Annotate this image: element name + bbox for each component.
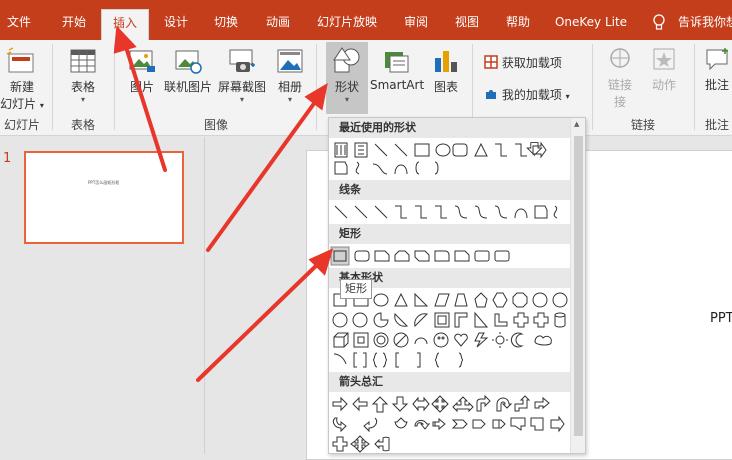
gallery-scrollbar[interactable]: ▲ <box>570 118 585 453</box>
link-label-1: 链接 <box>607 78 632 92</box>
tab-help[interactable]: 帮助 <box>502 10 534 38</box>
section-recent-shapes: 最近使用的形状 <box>329 118 570 138</box>
slide-thumbnail[interactable]: PPT怎么画矩形框 <box>24 151 184 244</box>
basic-shapes-row-2[interactable] <box>329 310 570 330</box>
block-arrows-row-1[interactable] <box>329 394 570 414</box>
screenshot-icon <box>229 49 255 72</box>
action-label: 动作 <box>651 78 676 92</box>
smartart-label: SmartArt <box>370 78 425 92</box>
comment-icon <box>706 48 728 71</box>
album-icon <box>277 49 303 73</box>
picture-button[interactable]: 图片 <box>124 46 160 95</box>
group-comments-label: 批注 <box>704 118 729 132</box>
chevron-down-icon: ▾ <box>80 95 85 104</box>
new-slide-label-2: 幻灯片 <box>0 97 37 111</box>
scroll-up-icon[interactable]: ▲ <box>574 120 579 128</box>
slide-text[interactable]: PPT <box>710 311 732 326</box>
lines-row[interactable] <box>329 202 570 222</box>
my-addins-label: 我的加载项 <box>501 88 562 102</box>
shapes-button[interactable]: 形状 ▾ <box>326 42 368 114</box>
my-addins-button[interactable]: 我的加载项 ▾ <box>484 86 584 103</box>
chevron-down-icon: ▾ <box>39 101 44 110</box>
tab-slideshow[interactable]: 幻灯片放映 <box>315 10 379 38</box>
group-divider <box>316 44 317 130</box>
smartart-button[interactable]: SmartArt <box>370 46 424 92</box>
smartart-icon <box>385 52 409 73</box>
globe-link-icon <box>610 48 630 68</box>
tab-animations[interactable]: 动画 <box>262 10 294 38</box>
picture-icon <box>129 50 155 72</box>
get-addins-label: 获取加载项 <box>501 56 562 70</box>
recent-shapes-row[interactable] <box>329 140 570 160</box>
star-action-icon <box>653 48 675 70</box>
group-table-label: 表格 <box>70 118 95 132</box>
chevron-down-icon: ▾ <box>239 95 244 104</box>
group-slides-label: 幻灯片 <box>3 118 40 132</box>
tab-file[interactable]: 文件 <box>4 10 34 38</box>
chart-button[interactable]: 图表 <box>428 46 464 95</box>
lightbulb-icon <box>653 14 665 30</box>
screenshot-button[interactable]: 屏幕截图 ▾ <box>216 46 268 105</box>
link-button[interactable]: 链接 接 <box>602 46 638 110</box>
block-arrows-row-2[interactable] <box>329 414 570 434</box>
comment-button[interactable]: 批注 <box>702 46 732 93</box>
album-label: 相册 <box>277 80 302 94</box>
group-links-label: 链接 <box>630 118 655 132</box>
chart-label: 图表 <box>433 80 458 94</box>
chevron-down-icon: ▾ <box>287 95 292 104</box>
group-divider <box>52 44 53 130</box>
new-slide-button[interactable]: 新建 幻灯片 ▾ <box>0 46 44 112</box>
slide-number: 1 <box>3 151 12 166</box>
tab-view[interactable]: 视图 <box>451 10 483 38</box>
tab-transitions[interactable]: 切换 <box>210 10 242 38</box>
tab-insert[interactable]: 插入 <box>101 9 149 40</box>
puzzle-icon <box>486 90 496 99</box>
thumbnail-text: PPT怎么画矩形框 <box>88 180 120 185</box>
store-icon <box>484 55 498 69</box>
section-lines: 线条 <box>329 180 570 200</box>
slide-thumbnails-pane: 1 PPT怎么画矩形框 <box>0 137 205 454</box>
scrollbar-thumb[interactable] <box>574 136 583 436</box>
screenshot-label: 屏幕截图 <box>217 80 266 94</box>
new-slide-icon <box>6 47 34 73</box>
action-button[interactable]: 动作 <box>644 46 684 93</box>
recent-shapes-row-2[interactable] <box>329 158 570 178</box>
block-arrows-row-3[interactable] <box>329 434 570 454</box>
shapes-icon <box>333 47 360 73</box>
chevron-down-icon: ▾ <box>565 92 570 101</box>
ribbon-tab-bar: 文件 开始 插入 设计 切换 动画 幻灯片放映 审阅 视图 帮助 OneKey … <box>0 0 732 40</box>
table-button[interactable]: 表格 ▾ <box>62 46 104 105</box>
shapes-label: 形状 <box>334 80 359 94</box>
picture-label: 图片 <box>129 80 154 94</box>
group-images-label: 图像 <box>203 118 228 132</box>
group-divider <box>592 44 593 130</box>
tab-onekey[interactable]: OneKey Lite <box>553 10 629 38</box>
table-label: 表格 <box>70 80 95 94</box>
section-block-arrows: 箭头总汇 <box>329 372 570 392</box>
table-icon <box>70 49 96 73</box>
chevron-down-icon: ▾ <box>344 95 349 104</box>
chart-icon <box>435 51 457 72</box>
section-rectangles: 矩形 <box>329 224 570 244</box>
tell-me-search[interactable]: 告诉我你想 <box>678 10 732 38</box>
group-divider <box>694 44 695 130</box>
tab-design[interactable]: 设计 <box>160 10 192 38</box>
tab-review[interactable]: 审阅 <box>400 10 432 38</box>
get-addins-button[interactable]: 获取加载项 <box>484 54 584 71</box>
online-picture-label: 联机图片 <box>163 80 212 94</box>
online-picture-button[interactable]: 联机图片 <box>162 46 214 95</box>
link-label-2: 接 <box>613 95 626 109</box>
online-picture-icon <box>175 50 202 74</box>
tooltip: 矩形 <box>340 279 372 299</box>
tab-home[interactable]: 开始 <box>58 10 90 38</box>
group-divider <box>114 44 115 130</box>
new-slide-label-1: 新建 <box>9 80 34 94</box>
comment-label: 批注 <box>704 78 729 92</box>
basic-shapes-row-4[interactable] <box>329 350 570 370</box>
basic-shapes-row-3[interactable] <box>329 330 570 350</box>
rectangles-row[interactable] <box>329 246 570 266</box>
album-button[interactable]: 相册 ▾ <box>272 46 308 105</box>
